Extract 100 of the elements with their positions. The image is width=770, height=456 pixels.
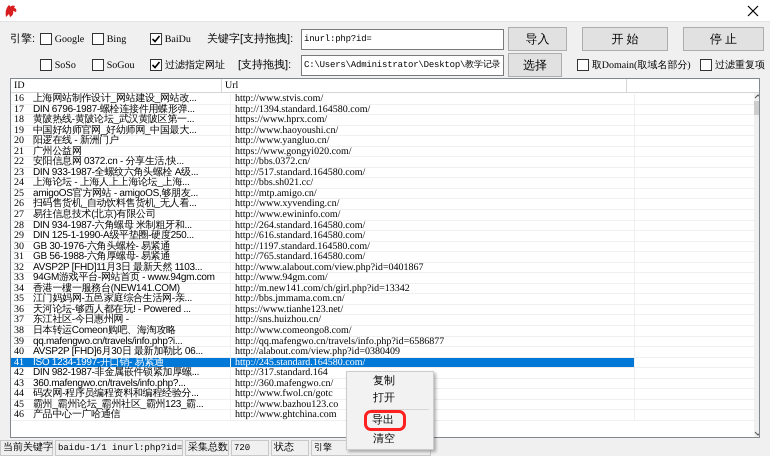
table-cell-text: 94GM游戏平台-网站首页 - www.94gm.com [33,273,216,283]
table-cell-text: 霸州_霸州论坛_霸州社区_霸州123_霸... [33,400,204,410]
table-cell-text: 码农网-程序员编程资料和编程经验分... [33,389,200,399]
table-cell-text: 33 [13,273,25,283]
table-cell: http://245.standard.164580.com/ [230,358,634,368]
table-cell: http://616.standard.164580.com/ [230,231,634,241]
table-cell: https://www.gongyi020.com/ [230,146,634,156]
table-cell: https://www.hprx.com/ [230,115,634,125]
table-cell-text: 36 [13,304,25,314]
table-cell-text: 35 [13,294,25,304]
table-cell: http://www.alabout.com/view.php?id=0401867 [230,262,634,272]
table-cell-text: 扫码售货机_自动饮料售货机_无人看... [33,199,198,210]
table-cell-text: AVSP2P [FHD]11月3日 最新天然 1103... [33,262,204,272]
checkbox-label: Google [54,32,84,46]
table-cell-text: 39 [13,336,25,346]
table-cell-text: 22 [13,157,25,167]
table-cell-text: 25 [13,188,25,198]
table-cell-text: GB 30-1976-六角头螺栓- 易紧通 [33,242,172,252]
table-cell-text: 东江社区-今日惠州网 - [33,315,130,326]
table-cell-text: 24 [13,178,25,188]
table-cell-text: 20 [13,136,25,146]
table-cell-text: 44 [13,389,25,399]
field-label: [支持拖拽]: [238,58,292,73]
table-cell-text: 18 [13,115,25,125]
checkbox-label: 过滤重复项 [714,58,765,72]
table-cell-text: 上海论坛 - 上海人上上海论坛_上海... [33,178,190,188]
table-cell-text: 21 [13,146,25,156]
table-cell: ISO 1234-1997-开口销- 易紧通 [33,358,230,368]
table-cell-text: 29 [13,231,25,241]
table-cell: http://www.stvis.com/ [230,94,634,104]
table-cell-text: 38 [13,326,25,336]
status-label: 状态 [271,440,309,456]
table-cell: 41 [11,358,33,368]
table-cell-text: 32 [13,262,25,272]
table-cell: http://www.yangluo.cn/ [230,136,634,146]
table-cell: http://qq.mafengwo.cn/travels/info.php?id=6586877 [230,336,634,346]
table-cell-text: 香港一樓一服務台(NEW141.COM) [33,284,180,294]
status-field: baidu-1/1 inurl:php?id= [55,440,183,456]
checkbox-label: 取Domain(取域名部分) [592,58,691,72]
table-cell-text: 易往信息技术(北京)有限公司 [33,210,156,220]
table-cell-text: qq.mafengwo.cn/travels/info.php?i... [33,336,184,346]
table-cell-text: 上海网站制作设计_网站建设_网站改... [33,94,198,104]
table-cell: http://www.94gm.com/ [230,273,634,283]
table-cell: http://765.standard.164580.com/ [230,252,634,262]
checkbox-label: SoSo [54,58,76,72]
table-cell-text: 阳逻在线 - 新洲门户 [33,136,120,146]
table-cell: https://www.tianhe123.net/ [230,304,634,314]
table-cell-text: 42 [13,368,25,378]
table-cell-text: 360.mafengwo.cn/travels/info.php?... [33,378,186,388]
table-cell-text: 安阳信息网 0372.cn - 分享生活,快... [33,157,184,167]
table-cell-text: 广州公益网 [33,146,83,156]
table-cell-text: DIN 982-1987-非金属嵌件锁紧加厚螺... [33,368,200,378]
table-cell-text: DIN 934-1987-六角螺母 米制粗牙和... [33,220,192,230]
table-cell-text: 江门妈妈网-五邑家庭综合生活网-亲... [33,294,193,304]
table-cell-text: 40 [13,347,25,357]
table-cell-text: 43 [13,378,25,388]
table-cell-text: GB 56-1988-六角厚螺母- 易紧通 [33,252,170,262]
table-cell: http://alabout.com/view.php?id=0380409 [230,347,634,357]
table-cell: http://www.haoyoushi.cn/ [230,126,634,136]
table-cell-text: 19 [13,126,25,136]
table-cell: http://bbs.sh021.cc/ [230,178,634,188]
table-cell: http://517.standard.164580.com/ [230,168,634,178]
checkbox-label: SoGou [106,58,135,72]
table-cell-text: 27 [13,210,25,220]
table-cell: http://1197.standard.164580.com/ [230,242,634,252]
table-cell: http://bbs.jmmama.com.cn/ [230,294,634,304]
table-cell-text: amigoOS官方网站 - amigoOS,够朋友... [33,188,199,198]
status-label: 采集总数 [185,440,229,456]
table-cell: http://www.ewininfo.com/ [230,210,634,220]
table-cell-text: DIN 125-1-1990-A级平垫圈-硬度250... [33,231,195,241]
table-cell-text: 26 [13,199,25,210]
table-cell: http://264.standard.164580.com/ [230,220,634,230]
status-label: 当前关键字 [0,440,53,456]
table-cell-text: 17 [13,104,25,114]
table-cell-text: 日本转运Comeon购吧、海淘攻略 [33,326,177,336]
checkbox-label: BaiDu [164,32,191,46]
table-cell-text: DIN 6796-1987-螺栓连接件用蝶形弹... [33,104,196,114]
status-field: 720 [231,440,269,456]
table-cell: http://sns.huizhou.cn/ [230,315,634,326]
table-cell: http://mtp.amigo.cn/ [230,188,634,198]
table-cell: http://www.xyvending.cn/ [230,199,634,210]
table-cell-text: 46 [13,410,25,420]
field-label: 关键字[支持拖拽]: [207,32,294,47]
table-cell-text: 黄陂热线-黄陂论坛_武汉黄陂区第一... [33,115,196,125]
table-cell-text: 37 [13,315,25,326]
checkbox-label: 过滤指定网址 [164,58,225,72]
table-cell: http://bbs.0372.cn/ [230,157,634,167]
table-cell-text: 产品中心一广哈通信 [33,410,122,420]
checkbox-label: Bing [106,32,126,46]
table-cell-text: 31 [13,252,25,262]
table-cell-text: 天河论坛-够西人都在玩! - Powered ... [33,304,192,314]
field-label: 引擎: [10,32,36,47]
table-cell-text: 28 [13,220,25,230]
table-cell-text: AVSP2P [FHD]6月30日 最新加勒比 06... [33,347,204,357]
table-cell-text: 23 [13,168,25,178]
table-cell: http://www.comeongo8.com/ [230,326,634,336]
table-cell: http://1394.standard.164580.com/ [230,104,634,114]
table-cell-text: DIN 933-1987-全螺纹六角头螺栓 A级... [33,168,200,178]
table-cell: http://m.new141.com/ch/girl.php?id=13342 [230,284,634,294]
table-cell-text: 45 [13,400,25,410]
